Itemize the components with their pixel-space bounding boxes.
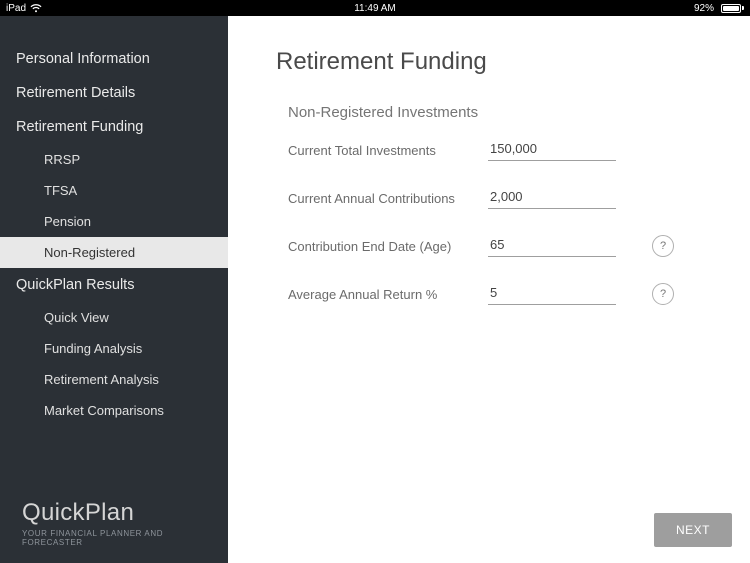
status-bar: iPad 11:49 AM 92% (0, 0, 750, 16)
row-current-total: Current Total Investments (288, 139, 722, 161)
nav-list: Personal Information Retirement Details … (0, 16, 228, 499)
status-right: 92% (694, 3, 744, 14)
page-title: Retirement Funding (276, 48, 722, 76)
row-avg-return: Average Annual Return % ? (288, 283, 722, 305)
sidebar-subitem-funding-analysis[interactable]: Funding Analysis (0, 333, 228, 364)
app-container: Personal Information Retirement Details … (0, 16, 750, 563)
sidebar-subitem-quick-view[interactable]: Quick View (0, 302, 228, 333)
label-contribution-end: Contribution End Date (Age) (288, 239, 488, 254)
status-time: 11:49 AM (354, 3, 396, 14)
device-label: iPad (6, 3, 26, 14)
input-annual-contributions[interactable] (488, 187, 616, 209)
sidebar-item-retirement-funding[interactable]: Retirement Funding (0, 110, 228, 144)
label-current-total: Current Total Investments (288, 143, 488, 158)
sidebar-item-personal-information[interactable]: Personal Information (0, 42, 228, 76)
battery-percent: 92% (694, 3, 714, 14)
brand-block: QuickPlan YOUR FINANCIAL PLANNER AND FOR… (0, 499, 228, 563)
row-annual-contributions: Current Annual Contributions (288, 187, 722, 209)
input-current-total[interactable] (488, 139, 616, 161)
help-button-avg-return[interactable]: ? (652, 283, 674, 305)
sidebar-subitem-market-comparisons[interactable]: Market Comparisons (0, 395, 228, 426)
sidebar: Personal Information Retirement Details … (0, 16, 228, 563)
sidebar-item-retirement-details[interactable]: Retirement Details (0, 76, 228, 110)
input-contribution-end[interactable] (488, 235, 616, 257)
sidebar-subitem-non-registered[interactable]: Non-Registered (0, 237, 228, 268)
status-left: iPad (6, 3, 42, 14)
sidebar-subitem-pension[interactable]: Pension (0, 206, 228, 237)
label-annual-contributions: Current Annual Contributions (288, 191, 488, 206)
input-avg-return[interactable] (488, 283, 616, 305)
brand-tagline: YOUR FINANCIAL PLANNER AND FORECASTER (22, 529, 212, 547)
sidebar-subitem-rrsp[interactable]: RRSP (0, 144, 228, 175)
wifi-icon (30, 4, 42, 13)
sidebar-item-quickplan-results[interactable]: QuickPlan Results (0, 268, 228, 302)
main-content: Retirement Funding Non-Registered Invest… (228, 16, 750, 563)
help-button-contribution-end[interactable]: ? (652, 235, 674, 257)
next-button[interactable]: NEXT (654, 513, 732, 547)
label-avg-return: Average Annual Return % (288, 287, 488, 302)
sidebar-subitem-tfsa[interactable]: TFSA (0, 175, 228, 206)
battery-icon (718, 4, 744, 13)
section-title: Non-Registered Investments (288, 104, 722, 121)
sidebar-subitem-retirement-analysis[interactable]: Retirement Analysis (0, 364, 228, 395)
row-contribution-end: Contribution End Date (Age) ? (288, 235, 722, 257)
brand-name: QuickPlan (22, 499, 212, 527)
